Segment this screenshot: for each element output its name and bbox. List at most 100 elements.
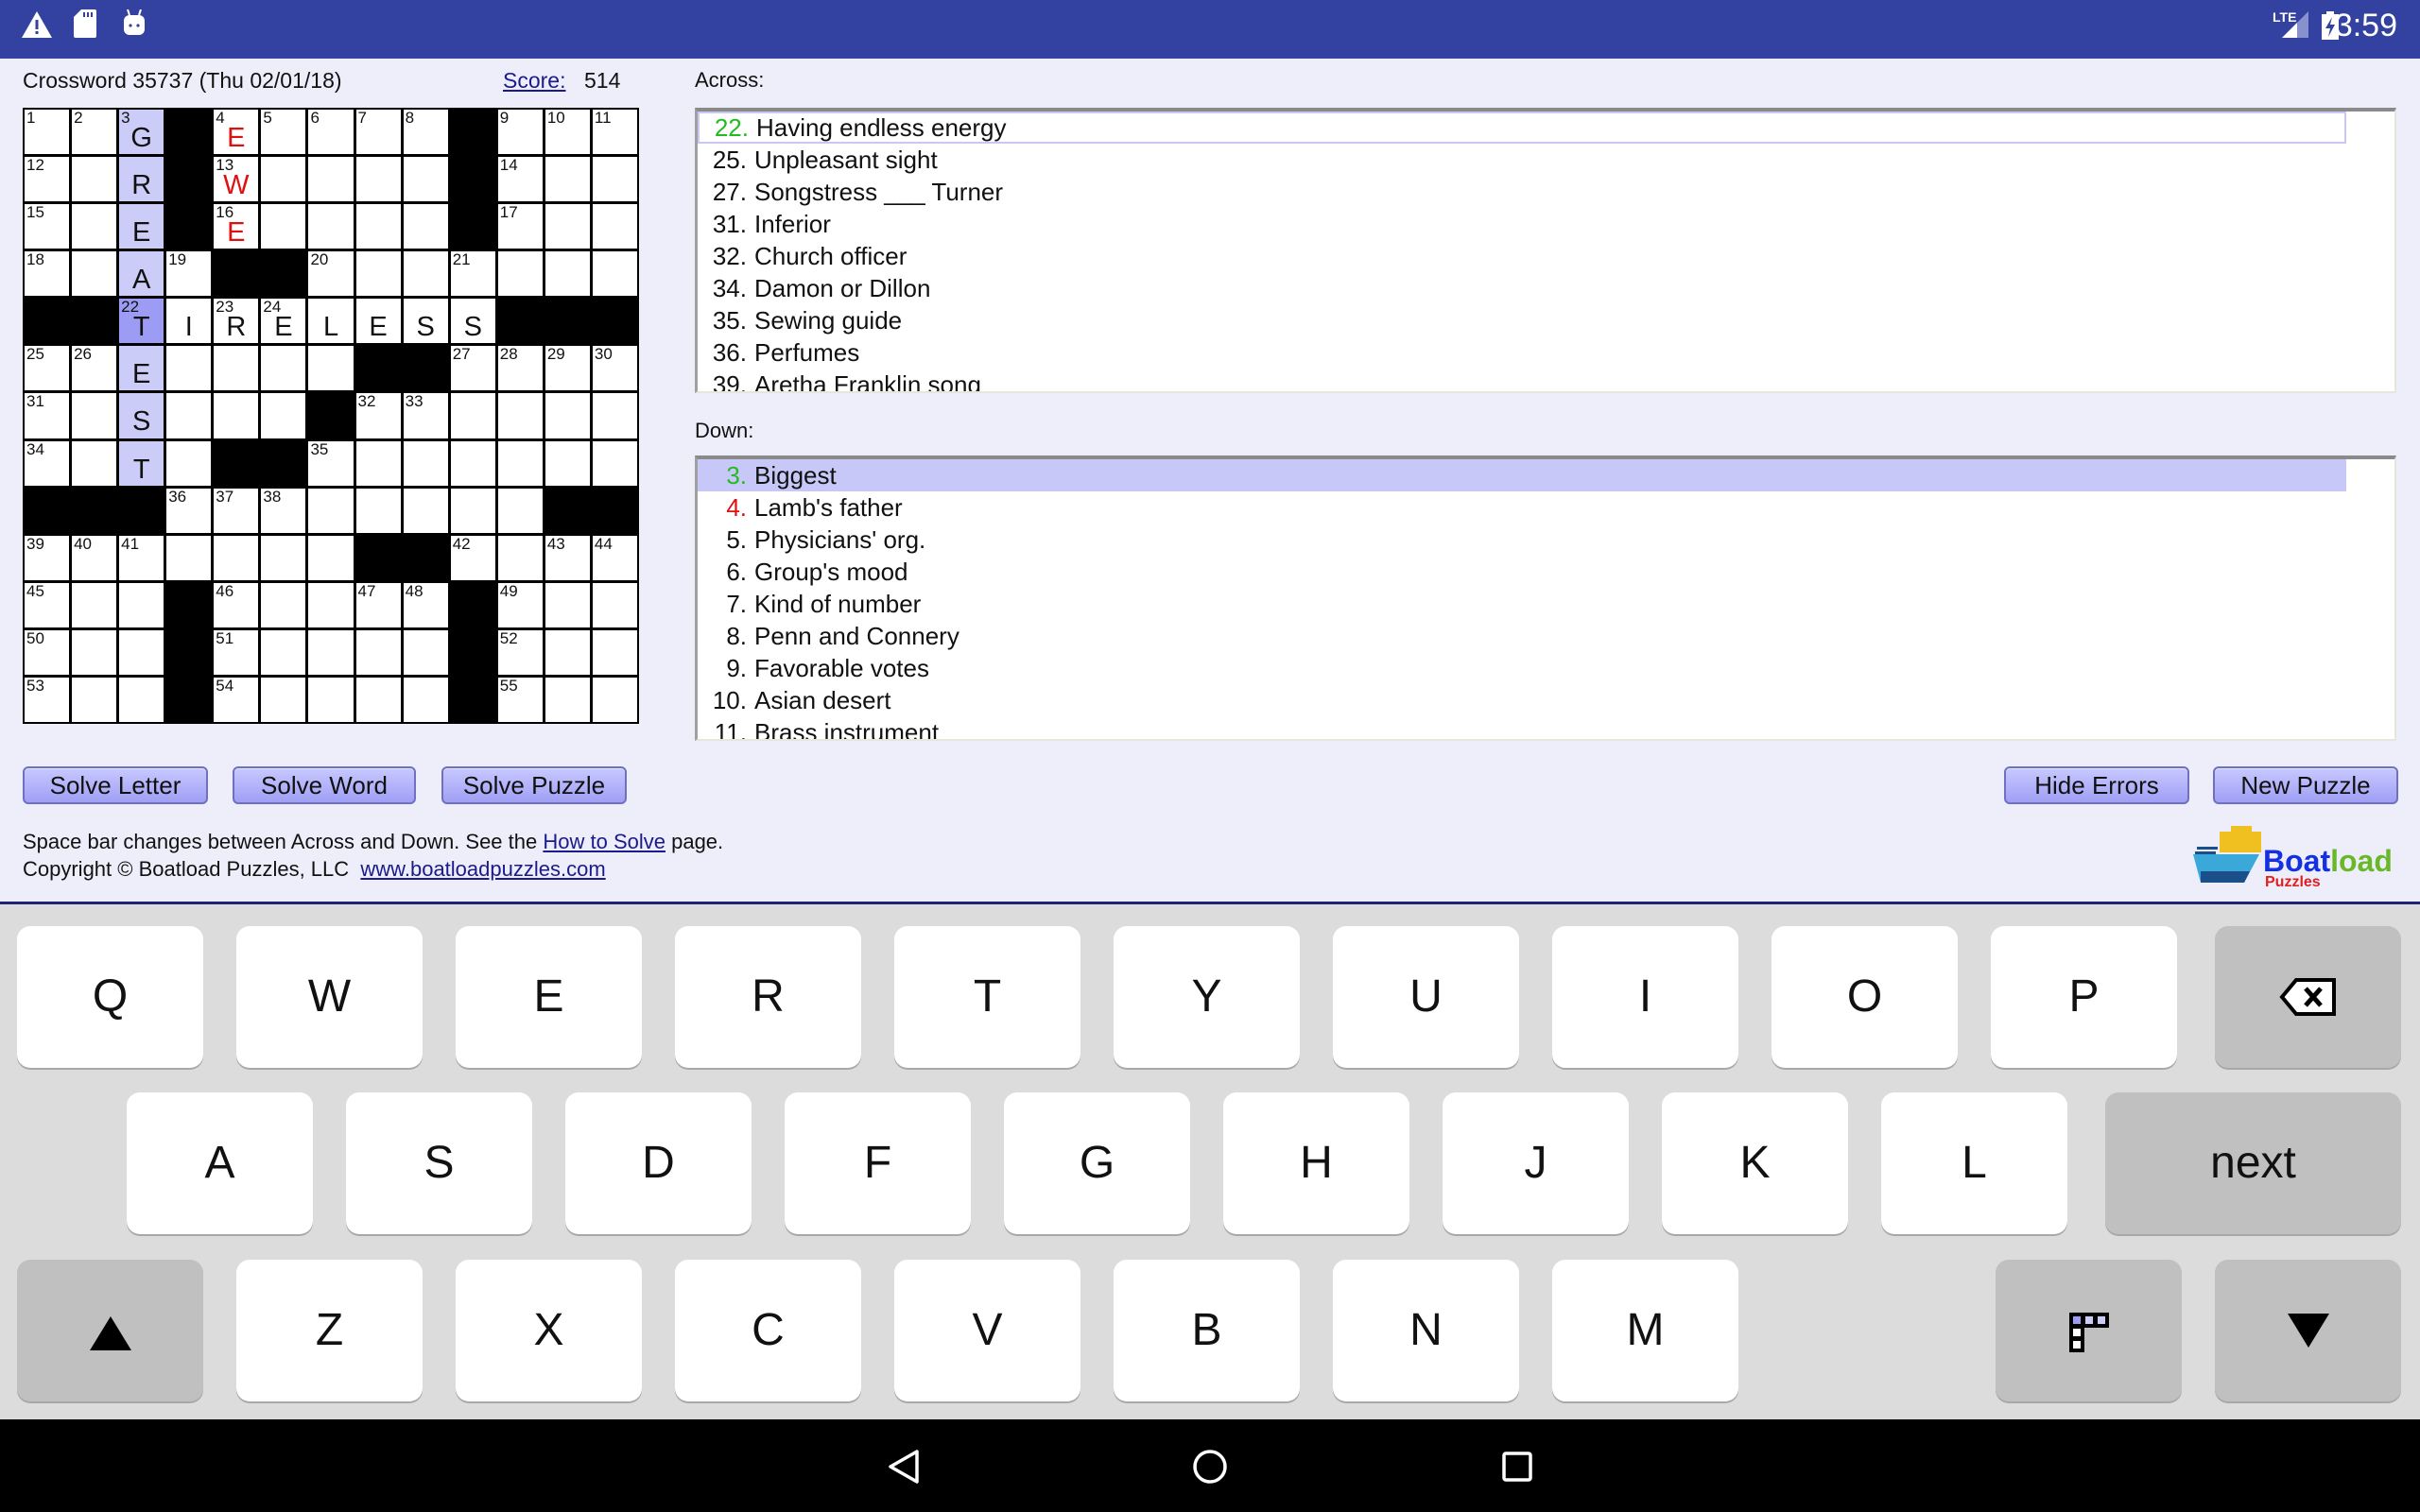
grid-cell[interactable]: 15 — [25, 204, 70, 249]
grid-cell[interactable] — [450, 488, 495, 533]
grid-cell[interactable] — [261, 346, 306, 391]
down-clue-item[interactable]: 9. Favorable votes — [698, 652, 2346, 684]
grid-cell[interactable]: 43 — [544, 535, 590, 580]
key-u[interactable]: U — [1333, 926, 1519, 1068]
down-clue-item[interactable]: 8. Penn and Connery — [698, 620, 2346, 652]
key-c[interactable]: C — [675, 1260, 861, 1401]
grid-cell[interactable]: 2 — [72, 110, 117, 155]
across-clue-item[interactable]: 36. Perfumes — [698, 336, 2346, 369]
grid-cell[interactable] — [72, 251, 117, 297]
grid-cell[interactable] — [261, 204, 306, 249]
grid-cell[interactable] — [403, 251, 448, 297]
grid-cell[interactable] — [308, 157, 354, 202]
grid-cell[interactable] — [544, 157, 590, 202]
grid-cell[interactable]: 20 — [308, 251, 354, 297]
grid-cell[interactable] — [261, 535, 306, 580]
grid-cell[interactable] — [450, 299, 495, 344]
grid-cell[interactable] — [308, 582, 354, 627]
grid-cell[interactable] — [214, 346, 259, 391]
grid-cell[interactable] — [355, 157, 401, 202]
key-o[interactable]: O — [1772, 926, 1958, 1068]
key-j[interactable]: J — [1443, 1092, 1629, 1234]
across-clue-item[interactable]: 32. Church officer — [698, 240, 2346, 272]
grid-cell[interactable]: 24 — [261, 299, 306, 344]
grid-cell[interactable]: 47 — [355, 582, 401, 627]
grid-cell[interactable]: 35 — [308, 440, 354, 486]
key-e[interactable]: E — [456, 926, 642, 1068]
hide-keyboard-key[interactable] — [2215, 1260, 2401, 1401]
grid-cell[interactable] — [544, 677, 590, 722]
grid-cell[interactable] — [497, 393, 543, 438]
grid-cell[interactable] — [119, 582, 164, 627]
new-puzzle-button[interactable]: New Puzzle — [2213, 766, 2398, 804]
down-clue-item[interactable]: 11. Brass instrument — [698, 716, 2346, 739]
grid-cell[interactable]: 12 — [25, 157, 70, 202]
grid-cell[interactable] — [72, 204, 117, 249]
grid-cell[interactable] — [355, 204, 401, 249]
grid-cell[interactable] — [592, 582, 637, 627]
key-n[interactable]: N — [1333, 1260, 1519, 1401]
solve-puzzle-button[interactable]: Solve Puzzle — [441, 766, 627, 804]
backspace-key[interactable] — [2215, 926, 2401, 1068]
grid-cell[interactable]: 45 — [25, 582, 70, 627]
grid-cell[interactable] — [497, 440, 543, 486]
key-m[interactable]: M — [1552, 1260, 1738, 1401]
grid-cell[interactable] — [592, 677, 637, 722]
grid-cell[interactable]: 23 — [214, 299, 259, 344]
grid-cell[interactable] — [450, 393, 495, 438]
grid-cell[interactable]: 22 — [119, 299, 164, 344]
grid-cell[interactable]: 49 — [497, 582, 543, 627]
grid-cell[interactable]: 7 — [355, 110, 401, 155]
grid-cell[interactable] — [166, 299, 212, 344]
grid-cell[interactable] — [355, 251, 401, 297]
key-v[interactable]: V — [894, 1260, 1080, 1401]
grid-cell[interactable] — [355, 488, 401, 533]
key-x[interactable]: X — [456, 1260, 642, 1401]
key-s[interactable]: S — [346, 1092, 532, 1234]
grid-cell[interactable] — [119, 677, 164, 722]
grid-cell[interactable] — [119, 251, 164, 297]
grid-cell[interactable]: 34 — [25, 440, 70, 486]
how-to-solve-link[interactable]: How to Solve — [543, 830, 666, 853]
across-clue-item[interactable]: 35. Sewing guide — [698, 304, 2346, 336]
down-clue-item[interactable]: 4. Lamb's father — [698, 491, 2346, 524]
grid-cell[interactable] — [544, 629, 590, 675]
grid-cell[interactable]: 28 — [497, 346, 543, 391]
key-t[interactable]: T — [894, 926, 1080, 1068]
down-clue-item[interactable]: 7. Kind of number — [698, 588, 2346, 620]
key-z[interactable]: Z — [236, 1260, 423, 1401]
grid-cell[interactable] — [119, 440, 164, 486]
grid-cell[interactable]: 16 — [214, 204, 259, 249]
grid-cell[interactable]: 19 — [166, 251, 212, 297]
grid-cell[interactable] — [261, 629, 306, 675]
grid-toggle-key[interactable] — [1996, 1260, 2182, 1401]
down-clue-item[interactable]: 5. Physicians' org. — [698, 524, 2346, 556]
back-icon[interactable] — [887, 1449, 921, 1485]
grid-cell[interactable]: 39 — [25, 535, 70, 580]
across-clue-item[interactable]: 31. Inferior — [698, 208, 2346, 240]
grid-cell[interactable] — [450, 440, 495, 486]
key-q[interactable]: Q — [17, 926, 203, 1068]
grid-cell[interactable] — [497, 535, 543, 580]
key-l[interactable]: L — [1881, 1092, 2067, 1234]
grid-cell[interactable] — [308, 677, 354, 722]
grid-cell[interactable]: 50 — [25, 629, 70, 675]
grid-cell[interactable] — [544, 440, 590, 486]
grid-cell[interactable] — [72, 440, 117, 486]
across-clue-item[interactable]: 22. Having endless energy — [698, 112, 2346, 144]
across-clue-item[interactable]: 27. Songstress ___ Turner — [698, 176, 2346, 208]
grid-cell[interactable] — [119, 204, 164, 249]
recents-icon[interactable] — [1501, 1451, 1533, 1483]
boatload-logo[interactable]: Boatload Puzzles — [2191, 826, 2399, 888]
grid-cell[interactable]: 42 — [450, 535, 495, 580]
grid-cell[interactable]: 37 — [214, 488, 259, 533]
grid-cell[interactable] — [261, 677, 306, 722]
grid-cell[interactable] — [497, 488, 543, 533]
grid-cell[interactable] — [308, 204, 354, 249]
down-clue-item[interactable]: 6. Group's mood — [698, 556, 2346, 588]
grid-cell[interactable]: 4 — [214, 110, 259, 155]
grid-cell[interactable] — [544, 251, 590, 297]
hide-errors-button[interactable]: Hide Errors — [2004, 766, 2189, 804]
key-b[interactable]: B — [1114, 1260, 1300, 1401]
grid-cell[interactable]: 53 — [25, 677, 70, 722]
